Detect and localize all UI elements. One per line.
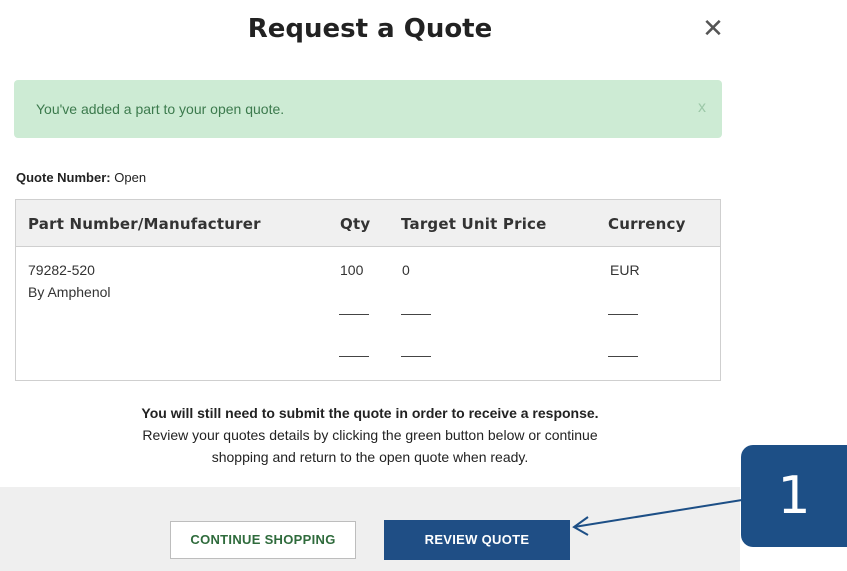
blank-line [339, 314, 369, 315]
callout-number: 1 [777, 466, 811, 526]
quote-number: Quote Number: Open [16, 170, 146, 185]
blank-line [608, 356, 638, 357]
alert-close-icon[interactable]: x [698, 99, 706, 117]
quote-number-label: Quote Number: [16, 170, 111, 185]
review-quote-button[interactable]: REVIEW QUOTE [384, 520, 570, 560]
note-line-3: shopping and return to the open quote wh… [211, 449, 529, 465]
col-header-qty: Qty [340, 215, 371, 233]
success-alert: You've added a part to your open quote. … [14, 80, 722, 138]
alert-message: You've added a part to your open quote. [36, 101, 285, 117]
blank-line [401, 356, 431, 357]
close-icon[interactable]: ✕ [700, 16, 726, 42]
modal-title: Request a Quote [247, 14, 493, 44]
note-line-2: Review your quotes details by clicking t… [142, 427, 598, 443]
target-unit-price-value: 0 [402, 262, 410, 278]
callout-arrow [572, 499, 743, 536]
continue-shopping-button[interactable]: CONTINUE SHOPPING [170, 521, 356, 559]
callout-badge: 1 [741, 445, 847, 547]
col-header-price: Target Unit Price [401, 215, 547, 233]
table-header: Part Number/Manufacturer Qty Target Unit… [16, 200, 720, 247]
col-header-part: Part Number/Manufacturer [28, 215, 261, 233]
manufacturer: By Amphenol [28, 284, 111, 300]
quote-number-value: Open [114, 170, 147, 185]
quote-table: Part Number/Manufacturer Qty Target Unit… [15, 199, 721, 381]
col-header-currency: Currency [608, 215, 686, 233]
part-number: 79282-520 [28, 262, 95, 278]
blank-line [339, 356, 369, 357]
currency-value: EUR [610, 262, 640, 278]
instruction-note: You will still need to submit the quote … [0, 402, 740, 468]
blank-line [608, 314, 638, 315]
blank-line [401, 314, 431, 315]
qty-value: 100 [340, 262, 364, 278]
note-line-1: You will still need to submit the quote … [141, 405, 599, 421]
